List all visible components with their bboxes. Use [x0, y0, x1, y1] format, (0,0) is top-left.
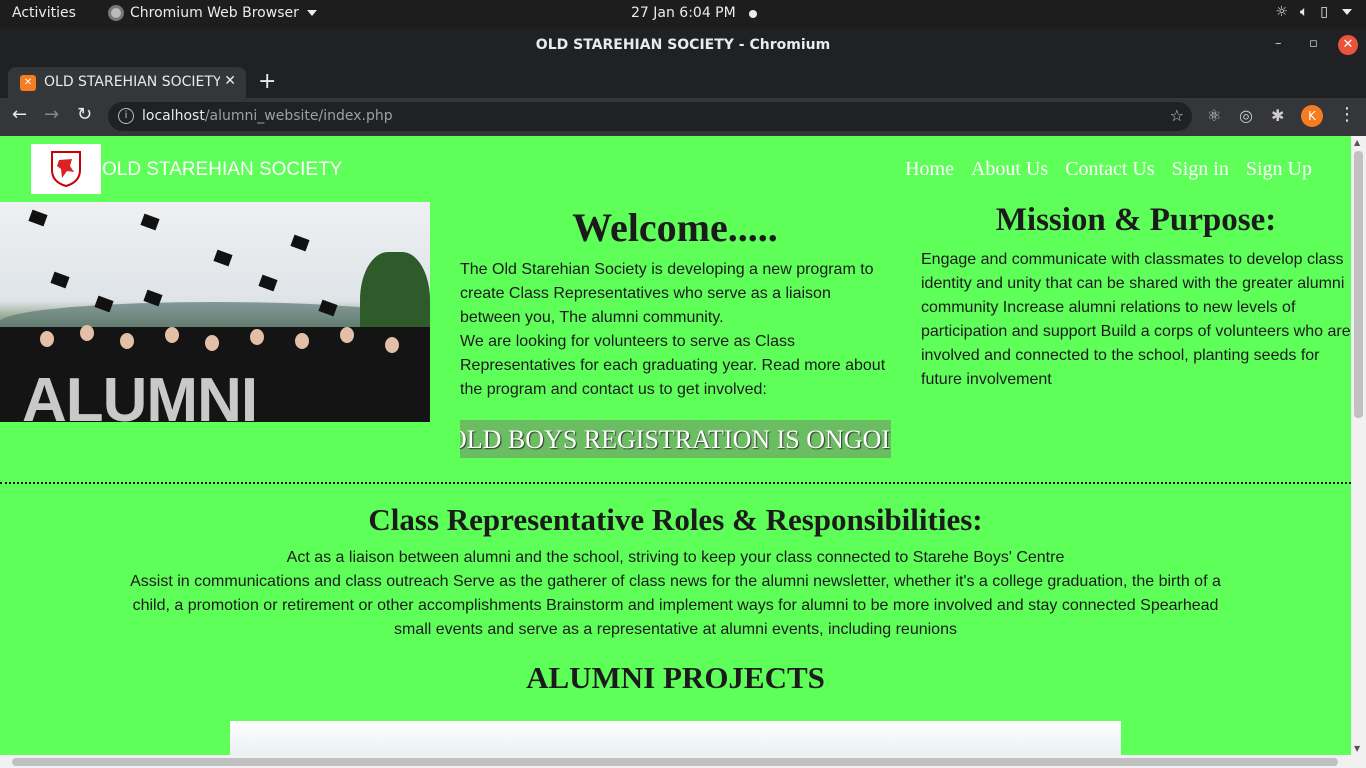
welcome-paragraph-2: We are looking for volunteers to serve a…	[460, 333, 886, 398]
app-menu[interactable]: Chromium Web Browser	[108, 5, 317, 21]
bookmark-star-icon[interactable]: ☆	[1170, 106, 1184, 125]
address-bar[interactable]: i localhost/alumni_website/index.php ☆	[108, 102, 1192, 131]
battery-icon: ▯	[1320, 4, 1328, 20]
crest-icon	[51, 151, 81, 188]
welcome-text: The Old Starehian Society is developing …	[460, 258, 892, 402]
app-menu-label: Chromium Web Browser	[130, 5, 299, 21]
react-devtools-icon[interactable]: ⚛	[1207, 106, 1221, 125]
section-divider	[0, 482, 1351, 484]
clock[interactable]: 27 Jan 6:04 PM	[631, 5, 736, 21]
nav-home[interactable]: Home	[905, 158, 954, 181]
profile-avatar[interactable]: K	[1301, 105, 1323, 127]
new-tab-icon[interactable]: +	[258, 69, 276, 94]
welcome-paragraph-1: The Old Starehian Society is developing …	[460, 261, 874, 326]
extensions-puzzle-icon[interactable]: ✱	[1271, 106, 1284, 125]
volume-icon: 🔈︎	[1299, 4, 1309, 20]
url-text[interactable]: localhost/alumni_website/index.php	[142, 108, 393, 124]
notification-dot-icon	[749, 10, 757, 18]
chevron-down-icon	[306, 10, 317, 16]
tab-active[interactable]: ✕ OLD STAREHIAN SOCIETY ✕	[8, 67, 246, 98]
xampp-favicon-icon: ✕	[20, 75, 36, 91]
vertical-scroll-thumb[interactable]	[1354, 151, 1363, 418]
brightness-icon: ☼	[1275, 4, 1288, 20]
os-top-bar: Activities Chromium Web Browser 27 Jan 6…	[0, 0, 1366, 28]
site-info-icon[interactable]: i	[118, 108, 134, 124]
activities-button[interactable]: Activities	[12, 5, 76, 21]
vertical-scrollbar[interactable]: ▲ ▼	[1351, 136, 1366, 755]
roles-line-1: Act as a liaison between alumni and the …	[286, 549, 1065, 566]
nav-contact[interactable]: Contact Us	[1065, 158, 1154, 181]
browser-toolbar: ← → ↻ i localhost/alumni_website/index.p…	[0, 98, 1366, 136]
page-viewport: OLD STAREHIAN SOCIETY Home About Us Cont…	[0, 136, 1351, 755]
browser-menu-icon[interactable]: ⋮	[1338, 104, 1356, 125]
site-logo[interactable]	[31, 144, 101, 194]
registration-marquee: OLD BOYS REGISTRATION IS ONGOING	[460, 420, 891, 458]
welcome-title: Welcome.....	[572, 205, 778, 250]
scroll-down-icon[interactable]: ▼	[1354, 744, 1360, 753]
forward-icon[interactable]: →	[44, 104, 59, 125]
hero-alumni-word: ALUMNI	[22, 366, 258, 422]
scroll-up-icon[interactable]: ▲	[1354, 138, 1360, 147]
extension-target-icon[interactable]: ◎	[1239, 106, 1253, 125]
main-nav: Home About Us Contact Us Sign in Sign Up	[905, 158, 1312, 181]
nav-signup[interactable]: Sign Up	[1246, 158, 1312, 181]
mission-title: Mission & Purpose:	[995, 202, 1277, 238]
back-icon[interactable]: ←	[12, 104, 27, 125]
roles-title: Class Representative Roles & Responsibil…	[368, 502, 983, 537]
maximize-icon[interactable]: ▫	[1309, 36, 1318, 51]
site-brand[interactable]: OLD STAREHIAN SOCIETY	[102, 159, 342, 181]
window-title-bar: OLD STAREHIAN SOCIETY - Chromium – ▫ ✕	[0, 28, 1366, 63]
tab-title: OLD STAREHIAN SOCIETY	[44, 74, 220, 90]
roles-text: Act as a liaison between alumni and the …	[125, 546, 1226, 642]
nav-about[interactable]: About Us	[971, 158, 1048, 181]
horizontal-scrollbar[interactable]	[0, 755, 1366, 768]
mission-text: Engage and communicate with classmates t…	[921, 251, 1351, 388]
system-tray[interactable]: ☼ 🔈︎ ▯	[1275, 4, 1352, 20]
tab-strip: ✕ OLD STAREHIAN SOCIETY ✕ +	[0, 63, 1366, 98]
window-title: OLD STAREHIAN SOCIETY - Chromium	[535, 37, 831, 53]
hero-image: ALUMNI	[0, 202, 430, 422]
close-tab-icon[interactable]: ✕	[224, 73, 236, 89]
project-image	[230, 721, 1121, 755]
chevron-down-icon	[1342, 9, 1352, 15]
horizontal-scroll-thumb[interactable]	[12, 758, 1338, 766]
roles-line-2: Assist in communications and class outre…	[130, 573, 1221, 638]
minimize-icon[interactable]: –	[1275, 36, 1282, 51]
nav-signin[interactable]: Sign in	[1172, 158, 1229, 181]
projects-title: ALUMNI PROJECTS	[526, 660, 825, 695]
chromium-icon	[108, 5, 124, 21]
reload-icon[interactable]: ↻	[77, 104, 92, 125]
marquee-text: OLD BOYS REGISTRATION IS ONGOING	[460, 425, 891, 454]
close-window-button[interactable]: ✕	[1338, 35, 1358, 55]
